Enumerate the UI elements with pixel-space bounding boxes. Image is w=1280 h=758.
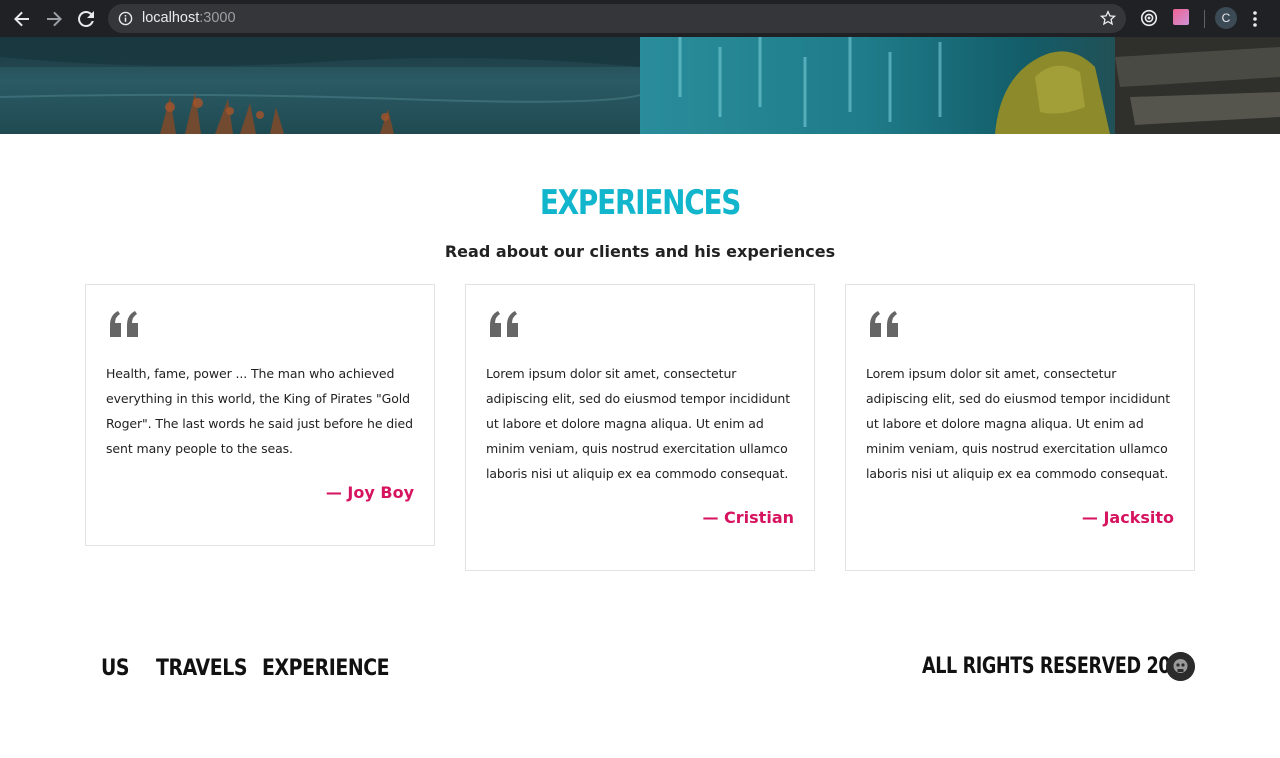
testimonial-text: Lorem ipsum dolor sit amet, consectetur … [486, 366, 791, 481]
quote-icon [488, 311, 522, 341]
info-icon[interactable] [118, 11, 133, 30]
testimonial-author: — Jacksito [1081, 508, 1174, 527]
section-title: EXPERIENCES [539, 183, 742, 223]
forward-arrow-icon[interactable] [43, 8, 65, 30]
browser-toolbar: localhost:3000 C [0, 0, 1280, 37]
section-subtitle: Read about our clients and his experienc… [444, 242, 836, 261]
footer-link-travels[interactable]: TRAVELS [156, 656, 248, 681]
url-port: :3000 [199, 10, 236, 26]
testimonial-author: — Cristian [702, 508, 794, 527]
testimonial-card: Health, fame, power ... The man who achi… [85, 284, 435, 546]
extension-gradient-icon[interactable] [1173, 9, 1189, 29]
testimonial-text: Health, fame, power ... The man who achi… [106, 366, 413, 456]
testimonial-author: — Joy Boy [325, 483, 414, 502]
testimonial-card: Lorem ipsum dolor sit amet, consectetur … [465, 284, 815, 571]
back-arrow-icon[interactable] [11, 8, 33, 30]
brand-logo-icon [1166, 652, 1195, 681]
quote-icon [108, 311, 142, 341]
copyright-text: ALL RIGHTS RESERVED 2020 [922, 654, 1194, 679]
hero-banner [0, 37, 1280, 134]
address-url[interactable]: localhost:3000 [142, 10, 236, 26]
profile-initial: C [1221, 11, 1231, 25]
testimonial-card: Lorem ipsum dolor sit amet, consectetur … [845, 284, 1195, 571]
menu-kebab-icon[interactable] [1252, 10, 1258, 32]
bookmark-star-icon[interactable] [1099, 10, 1117, 30]
toolbar-divider [1204, 10, 1205, 28]
profile-avatar[interactable]: C [1215, 7, 1237, 29]
quote-icon [868, 311, 902, 341]
url-host: localhost [142, 10, 200, 26]
testimonial-text: Lorem ipsum dolor sit amet, consectetur … [866, 366, 1171, 481]
hero-lake-image [0, 37, 641, 134]
reload-icon[interactable] [75, 8, 97, 30]
extension-target-icon[interactable] [1140, 9, 1158, 31]
hero-person-image [640, 37, 1280, 134]
footer-link-us[interactable]: US [101, 656, 130, 681]
footer-link-experience[interactable]: EXPERIENCE [262, 656, 390, 681]
address-bar[interactable]: localhost:3000 [108, 4, 1126, 33]
